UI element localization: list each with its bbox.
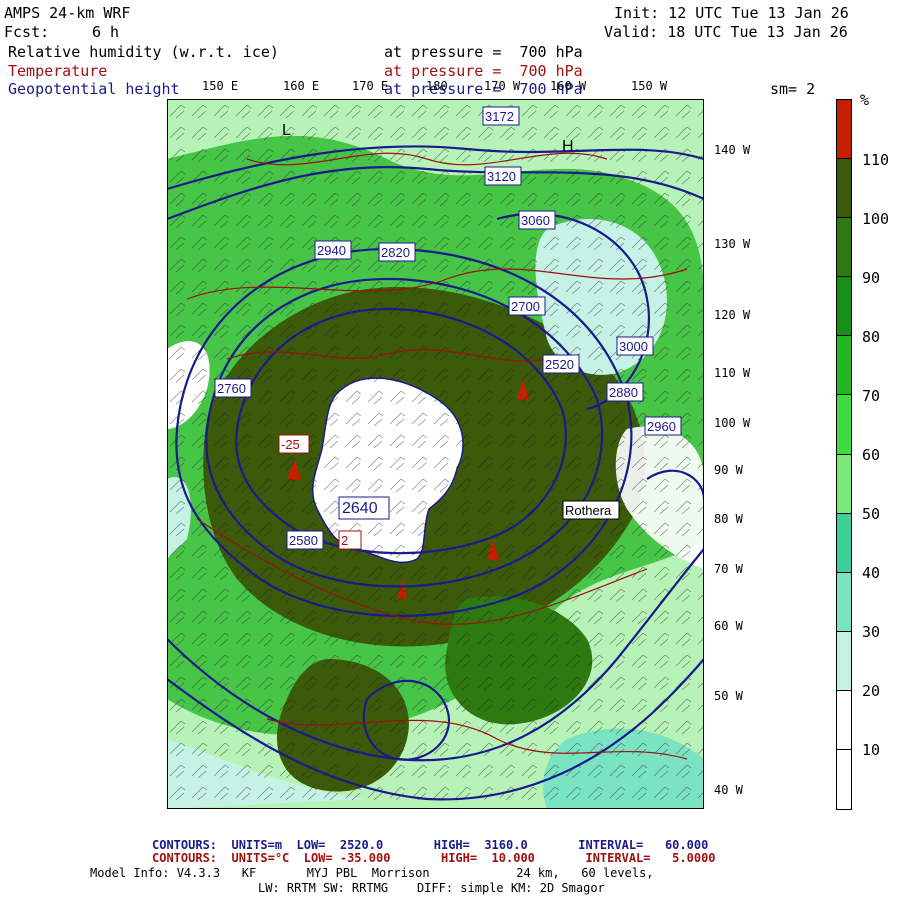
- field-name-rh: Relative humidity (w.r.t. ice): [8, 43, 279, 61]
- height-label: 2880: [606, 382, 644, 402]
- colorbar-swatch: [836, 689, 852, 750]
- temperature-label: 2: [338, 530, 362, 550]
- footer-model-physics: LW: RRTM SW: RRTMG DIFF: simple KM: 2D S…: [258, 881, 605, 895]
- colorbar-swatch: [836, 748, 852, 810]
- lat-label: 130 W: [714, 237, 751, 251]
- forecast-label: Fcst:: [4, 23, 50, 41]
- svg-text:2820: 2820: [381, 245, 410, 260]
- weather-map: 3172 3120 3060 3000 2960 2940 2880 2820 …: [167, 99, 704, 809]
- colorbar-swatch: [836, 217, 852, 278]
- field-pressure-temp: at pressure = 700 hPa: [384, 62, 583, 80]
- colorbar-swatch: [836, 99, 852, 160]
- colorbar-swatch: [836, 276, 852, 337]
- colorbar-label: 30: [862, 623, 881, 641]
- forecast-value: 6 h: [92, 23, 120, 41]
- colorbar-unit: %: [860, 91, 870, 109]
- colorbar-swatch: [836, 335, 852, 396]
- footer-height-contours: CONTOURS: UNITS=m LOW= 2520.0 HIGH= 3160…: [152, 838, 709, 852]
- lat-label: 50 W: [714, 689, 743, 703]
- height-label: 3120: [484, 166, 522, 186]
- wind-barbs: [167, 99, 704, 809]
- lat-label: 110 W: [714, 366, 751, 380]
- init-time: Init: 12 UTC Tue 13 Jan 26: [614, 4, 849, 22]
- lat-label: 70 W: [714, 562, 743, 576]
- lon-label: 160 W: [550, 79, 587, 93]
- svg-text:-25: -25: [281, 437, 300, 452]
- lon-label: 170 W: [484, 79, 521, 93]
- footer-temperature-contours: CONTOURS: UNITS=°C LOW= -35.000 HIGH= 10…: [152, 851, 716, 865]
- svg-text:2700: 2700: [511, 299, 540, 314]
- height-label: 2820: [378, 242, 416, 262]
- lat-label: 120 W: [714, 308, 751, 322]
- svg-text:2940: 2940: [317, 243, 346, 258]
- colorbar-swatch: [836, 158, 852, 219]
- height-label: 2960: [644, 416, 682, 436]
- lat-label: 90 W: [714, 463, 743, 477]
- model-title: AMPS 24-km WRF: [4, 4, 131, 22]
- height-label: 2640: [338, 496, 390, 520]
- footer-model-info: Model Info: V4.3.3 KF MYJ PBL Morrison 2…: [90, 866, 654, 880]
- colorbar-swatch: [836, 453, 852, 514]
- height-label: 2700: [508, 296, 546, 316]
- colorbar-label: 40: [862, 564, 881, 582]
- svg-text:3172: 3172: [485, 109, 514, 124]
- colorbar-swatch: [836, 394, 852, 455]
- colorbar-label: 20: [862, 682, 881, 700]
- colorbar-swatch: [836, 571, 852, 632]
- lat-label: 100 W: [714, 416, 751, 430]
- height-label: 3060: [518, 210, 556, 230]
- lon-label: 170 E: [352, 79, 389, 93]
- svg-text:Rothera: Rothera: [565, 503, 612, 518]
- svg-text:2580: 2580: [289, 533, 318, 548]
- low-marker: L: [282, 122, 291, 139]
- colorbar-label: 100: [862, 210, 890, 228]
- lon-label: 150 W: [631, 79, 668, 93]
- colorbar-label: 10: [862, 741, 881, 759]
- svg-text:2: 2: [341, 533, 348, 548]
- lat-label: 60 W: [714, 619, 743, 633]
- svg-text:2760: 2760: [217, 381, 246, 396]
- svg-text:2960: 2960: [647, 419, 676, 434]
- colorbar-swatch: [836, 512, 852, 573]
- lat-label: 140 W: [714, 143, 751, 157]
- place-label: Rothera: [562, 500, 620, 520]
- svg-text:2520: 2520: [545, 357, 574, 372]
- colorbar-label: 50: [862, 505, 881, 523]
- colorbar-label: 60: [862, 446, 881, 464]
- lat-label: 40 W: [714, 783, 743, 797]
- field-pressure-rh: at pressure = 700 hPa: [384, 43, 583, 61]
- lon-label: 150 E: [202, 79, 239, 93]
- high-marker: H: [562, 138, 574, 155]
- colorbar-label: 90: [862, 269, 881, 287]
- svg-text:2640: 2640: [342, 500, 378, 517]
- smoothing-label: sm= 2: [770, 80, 816, 98]
- colorbar-label: 80: [862, 328, 881, 346]
- lat-label: 80 W: [714, 512, 743, 526]
- colorbar-label: 110: [862, 151, 890, 169]
- svg-text:3000: 3000: [619, 339, 648, 354]
- colorbar-label: 70: [862, 387, 881, 405]
- height-label: 2940: [314, 240, 352, 260]
- lon-label: 160 E: [283, 79, 320, 93]
- height-label: 3172: [482, 106, 520, 126]
- field-name-height: Geopotential height: [8, 80, 180, 98]
- svg-text:3120: 3120: [487, 169, 516, 184]
- height-label: 2520: [542, 354, 580, 374]
- svg-text:2880: 2880: [609, 385, 638, 400]
- temperature-label: -25: [278, 434, 310, 454]
- height-label: 3000: [616, 336, 654, 356]
- height-label: 2760: [214, 378, 252, 398]
- svg-text:3060: 3060: [521, 213, 550, 228]
- lon-label: 180: [426, 79, 448, 93]
- colorbar-swatch: [836, 630, 852, 691]
- valid-time: Valid: 18 UTC Tue 13 Jan 26: [604, 23, 848, 41]
- field-name-temp: Temperature: [8, 62, 108, 80]
- height-label: 2580: [286, 530, 324, 550]
